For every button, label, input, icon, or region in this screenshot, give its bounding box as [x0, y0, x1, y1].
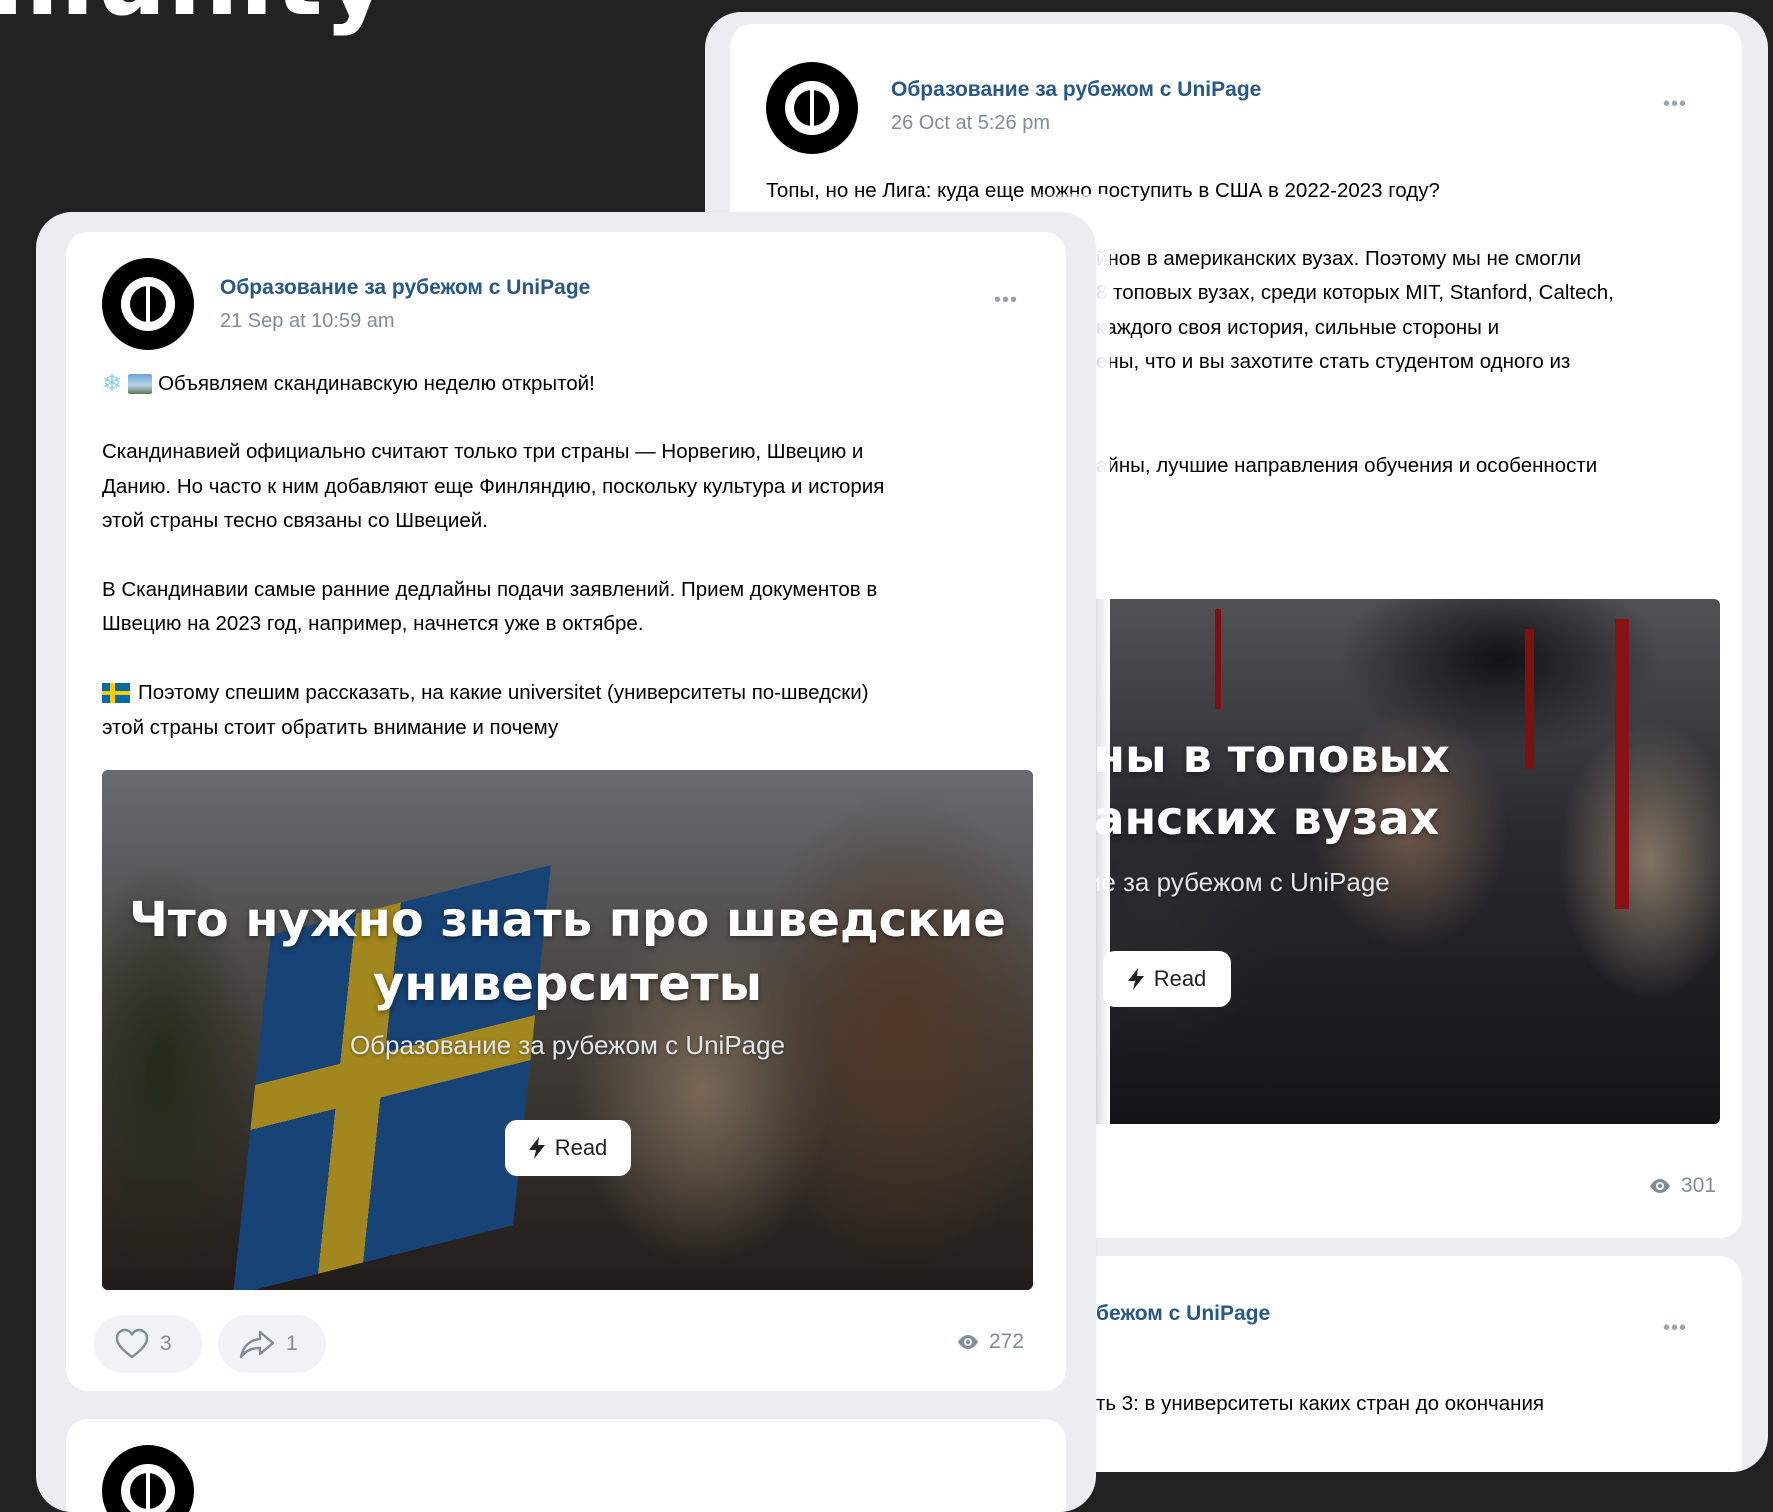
- post-date[interactable]: 21 Sep at 10:59 am: [220, 310, 395, 333]
- post-text-line: 8 топовых вузах, среди которых MIT, Stan…: [1096, 281, 1614, 304]
- share-button[interactable]: 1: [218, 1315, 326, 1373]
- lightning-icon: [528, 1137, 545, 1159]
- article-source: ование за рубежом с UniPage: [1030, 867, 1390, 897]
- read-button-label: Read: [1153, 966, 1207, 991]
- more-options-icon[interactable]: •••: [1663, 1317, 1687, 1340]
- post-text-headline: ❄ Объявляем скандинавскую неделю открыто…: [102, 367, 595, 402]
- post-text-line: Скандинавией официально считают только т…: [102, 440, 864, 463]
- more-options-icon[interactable]: •••: [994, 289, 1018, 312]
- views-counter: 301: [1648, 1174, 1716, 1198]
- page-heading: munity: [0, 0, 390, 30]
- post-text-line: В Скандинавии самые ранние дедлайны пода…: [102, 578, 878, 601]
- lightning-icon: [1127, 968, 1144, 990]
- post-card-peek: [66, 1419, 1066, 1512]
- share-icon: [239, 1330, 275, 1359]
- article-preview-image[interactable]: Что нужно знать про шведские университет…: [102, 770, 1033, 1290]
- post-text-line: ены, что и вы захотите стать студентом о…: [1096, 350, 1571, 373]
- views-count: 272: [989, 1330, 1025, 1353]
- post-text-line: Поэтому спешим рассказать, на какие univ…: [138, 681, 869, 704]
- post-author-link[interactable]: Образование за рубежом с UniPage: [891, 78, 1261, 102]
- share-count: 1: [286, 1332, 298, 1355]
- post-date[interactable]: 26 Oct at 5:26 pm: [891, 112, 1050, 135]
- post-text-line: Данию. Но часто к ним добавляют еще Финл…: [102, 475, 885, 498]
- post-text-line: каждого своя история, сильные стороны и: [1096, 316, 1500, 339]
- article-title-line: университеты: [372, 956, 763, 1012]
- read-button[interactable]: Read: [1103, 951, 1231, 1007]
- read-button-label: Read: [554, 1135, 608, 1160]
- post-text-line: айны, лучшие направления обучения и особ…: [1096, 454, 1598, 477]
- front-screenshot-frame: Образование за рубежом с UniPage 21 Sep …: [36, 212, 1096, 1512]
- more-options-icon[interactable]: •••: [1663, 93, 1687, 116]
- article-preview-image[interactable]: айны в топовых иканских вузах ование за …: [1030, 599, 1720, 1124]
- read-button[interactable]: Read: [505, 1120, 631, 1176]
- post-text-line: этой страны тесно связаны со Швецией.: [102, 509, 488, 532]
- views-counter: 272: [956, 1330, 1024, 1354]
- views-count: 301: [1681, 1174, 1717, 1197]
- community-avatar[interactable]: [102, 1445, 194, 1512]
- eye-icon: [958, 1335, 978, 1349]
- heart-icon: [115, 1328, 149, 1359]
- post-text-line: ть 3: в университеты каких стран до окон…: [1096, 1392, 1545, 1415]
- post-author-link[interactable]: Образование за рубежом с UniPage: [220, 276, 590, 300]
- article-title-line: иканских вузах: [1030, 791, 1440, 845]
- post-author-link[interactable]: бежом с UniPage: [1096, 1302, 1270, 1326]
- eye-icon: [1650, 1179, 1670, 1193]
- post-card-sweden: Образование за рубежом с UniPage 21 Sep …: [66, 232, 1066, 1391]
- post-text-line: Объявляем скандинавскую неделю открытой!: [158, 372, 595, 395]
- article-source: Образование за рубежом с UniPage: [349, 1030, 786, 1060]
- picture-icon: [128, 374, 153, 395]
- community-avatar[interactable]: [102, 258, 194, 350]
- post-text-flag-line: Поэтому спешим рассказать, на какие univ…: [102, 676, 869, 711]
- post-text-line: йнов в американских вузах. Поэтому мы не…: [1096, 247, 1582, 270]
- article-title-line: айны в топовых: [1030, 729, 1450, 783]
- sweden-flag-icon: [102, 683, 130, 704]
- post-text-line: Швецию на 2023 год, например, начнется у…: [102, 612, 644, 635]
- snowflake-icon: ❄: [102, 370, 123, 398]
- like-button[interactable]: 3: [94, 1315, 202, 1373]
- community-avatar[interactable]: [766, 62, 858, 154]
- post-text-line: этой страны стоит обратить внимание и по…: [102, 716, 559, 739]
- like-count: 3: [160, 1332, 172, 1355]
- article-title-line: Что нужно знать про шведские: [129, 892, 1006, 948]
